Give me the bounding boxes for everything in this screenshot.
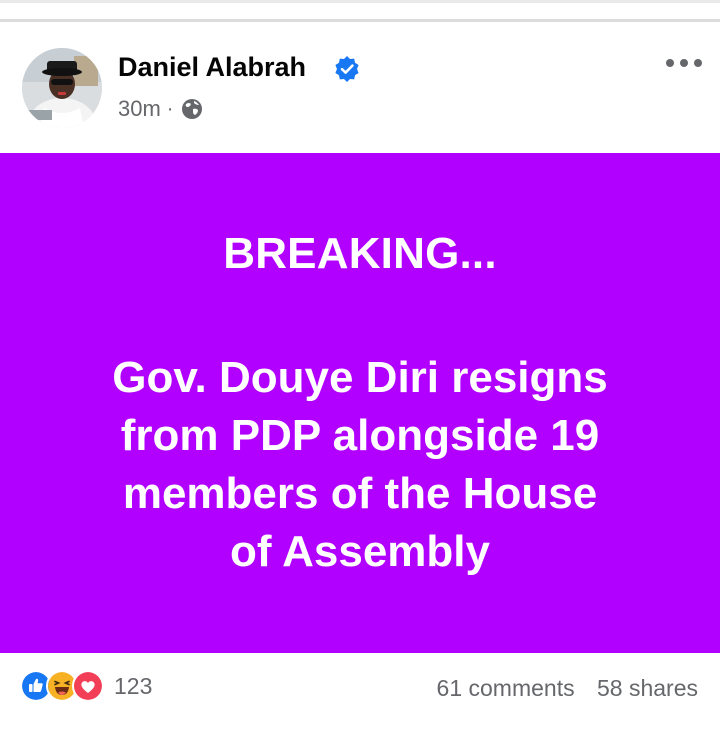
post-footer: 123 61 comments 58 shares [0,653,720,734]
comments-count[interactable]: 61 comments [437,675,575,701]
reaction-count: 123 [114,672,153,699]
more-options-icon[interactable] [664,56,704,70]
post-card: Daniel Alabrah 30m · BREAKING... Gov. Do… [0,22,720,734]
banner-body: Gov. Douye Diri resigns from PDP alongsi… [70,349,650,581]
author-name[interactable]: Daniel Alabrah [118,52,306,83]
banner-line: of Assembly [229,527,490,576]
globe-icon [182,99,203,119]
engagement-stats: 61 comments 58 shares [437,675,698,702]
reaction-summary[interactable]: 123 [20,670,153,702]
post-time[interactable]: 30m [118,96,161,122]
banner-line: members of the House [122,469,598,518]
verified-badge-icon [335,56,359,82]
meta-separator: · [166,97,174,120]
avatar-image [22,48,102,128]
banner-line: from PDP alongside 19 [120,411,600,460]
banner-headline: BREAKING... [223,229,497,278]
post-header: Daniel Alabrah 30m · [0,22,720,153]
post-meta: 30m · [118,96,203,122]
avatar[interactable] [22,48,102,128]
shares-count[interactable]: 58 shares [597,675,698,701]
post-banner[interactable]: BREAKING... Gov. Douye Diri resigns from… [0,153,720,653]
banner-line: Gov. Douye Diri resigns [112,353,608,402]
feed-divider [0,0,720,22]
love-icon [72,670,104,702]
